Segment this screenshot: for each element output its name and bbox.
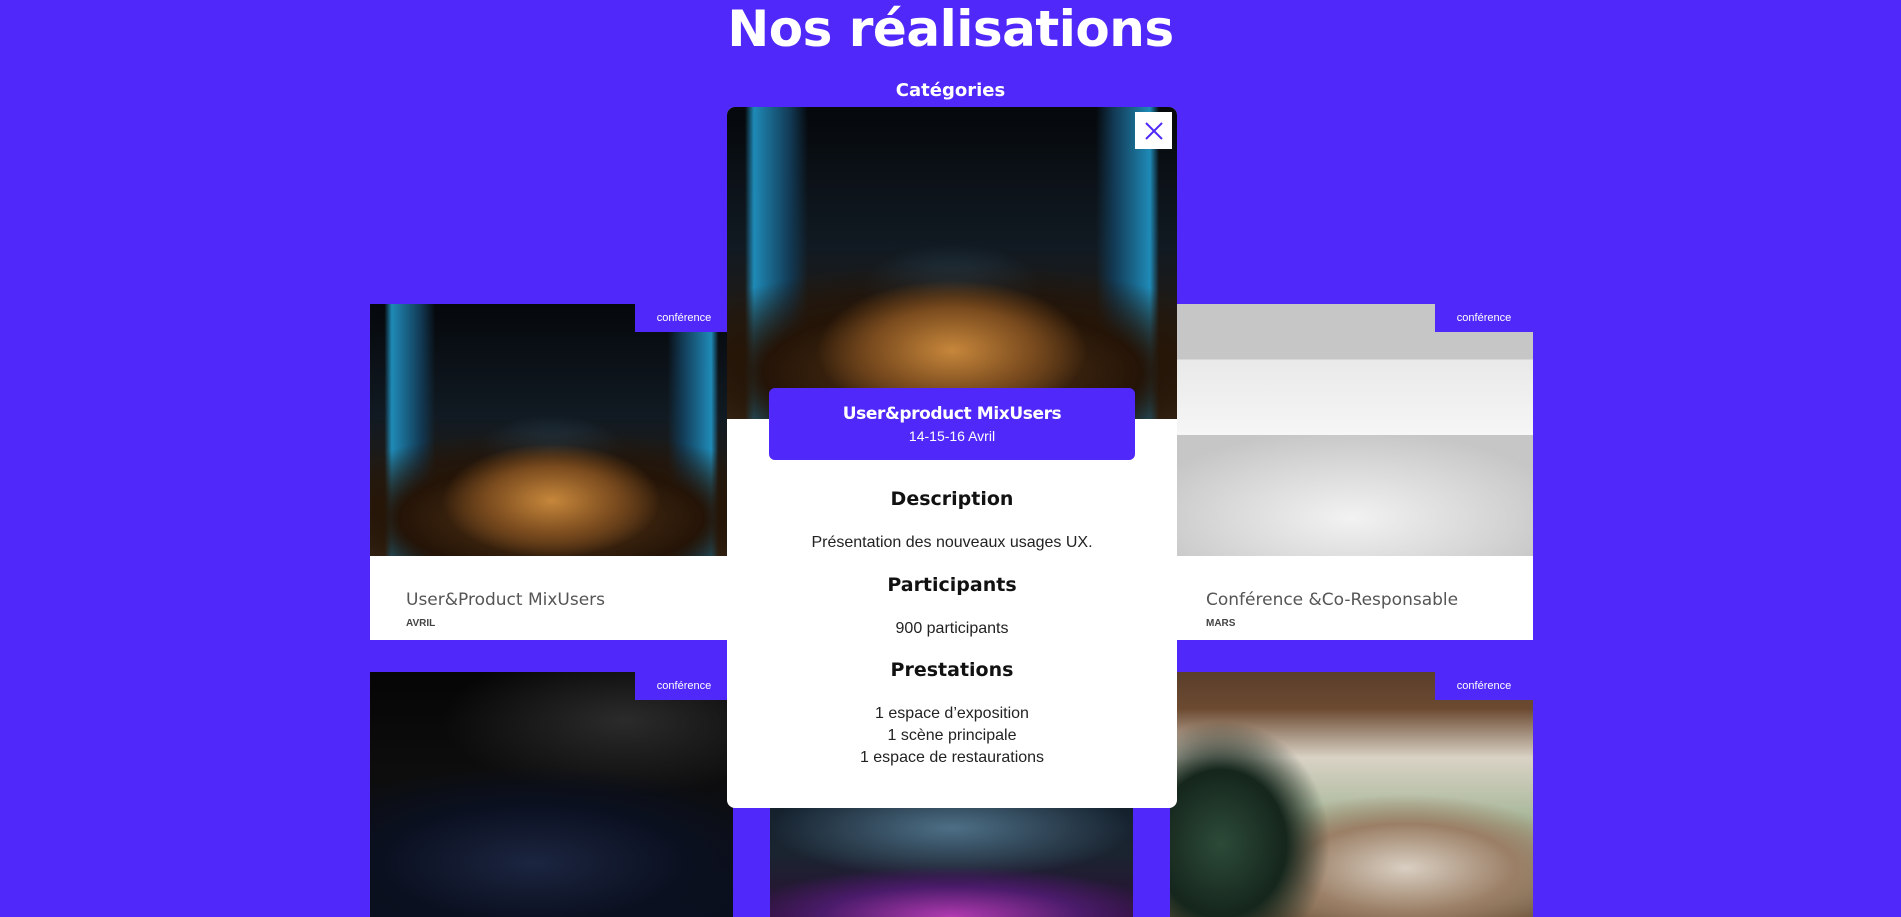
- modal-image: [727, 107, 1177, 419]
- project-card[interactable]: conférence: [1170, 672, 1533, 917]
- project-card[interactable]: [770, 790, 1133, 917]
- card-image: [370, 304, 733, 556]
- card-month: MARS: [1206, 618, 1236, 629]
- project-detail-modal: User&product MixUsers 14-15-16 Avril Des…: [727, 107, 1177, 808]
- description-heading: Description: [890, 488, 1014, 510]
- categories-label[interactable]: Catégories: [0, 80, 1901, 101]
- participants-heading: Participants: [887, 574, 1017, 596]
- project-card-mixusers[interactable]: conférence User&Product MixUsers AVRIL: [370, 304, 733, 640]
- card-title: Conférence &Co-Responsable: [1206, 590, 1459, 610]
- category-badge: conférence: [1435, 304, 1533, 332]
- services-heading: Prestations: [890, 659, 1014, 681]
- category-badge: conférence: [635, 304, 733, 332]
- card-month: AVRIL: [406, 618, 436, 629]
- service-item: 1 espace de restaurations: [859, 749, 1045, 766]
- description-text: Présentation des nouveaux usages UX.: [811, 534, 1093, 551]
- project-card[interactable]: conférence: [370, 672, 733, 917]
- service-item: 1 espace d’exposition: [875, 705, 1029, 722]
- category-badge: conférence: [635, 672, 733, 700]
- modal-header: User&product MixUsers 14-15-16 Avril: [769, 388, 1135, 460]
- category-badge: conférence: [1435, 672, 1533, 700]
- close-icon: [1144, 121, 1163, 140]
- page-title: Nos réalisations: [727, 0, 1174, 58]
- service-item: 1 scène principale: [887, 727, 1017, 744]
- participants-text: 900 participants: [895, 620, 1009, 637]
- card-image: [1170, 304, 1533, 556]
- modal-dates: 14-15-16 Avril: [908, 428, 996, 444]
- close-button[interactable]: [1135, 112, 1172, 149]
- modal-title: User&product MixUsers: [842, 404, 1062, 424]
- card-image: [770, 790, 1133, 917]
- card-image: [370, 672, 733, 917]
- project-card-co-responsable[interactable]: conférence Conférence &Co-Responsable MA…: [1170, 304, 1533, 640]
- card-title: User&Product MixUsers: [406, 590, 606, 610]
- card-image: [1170, 672, 1533, 917]
